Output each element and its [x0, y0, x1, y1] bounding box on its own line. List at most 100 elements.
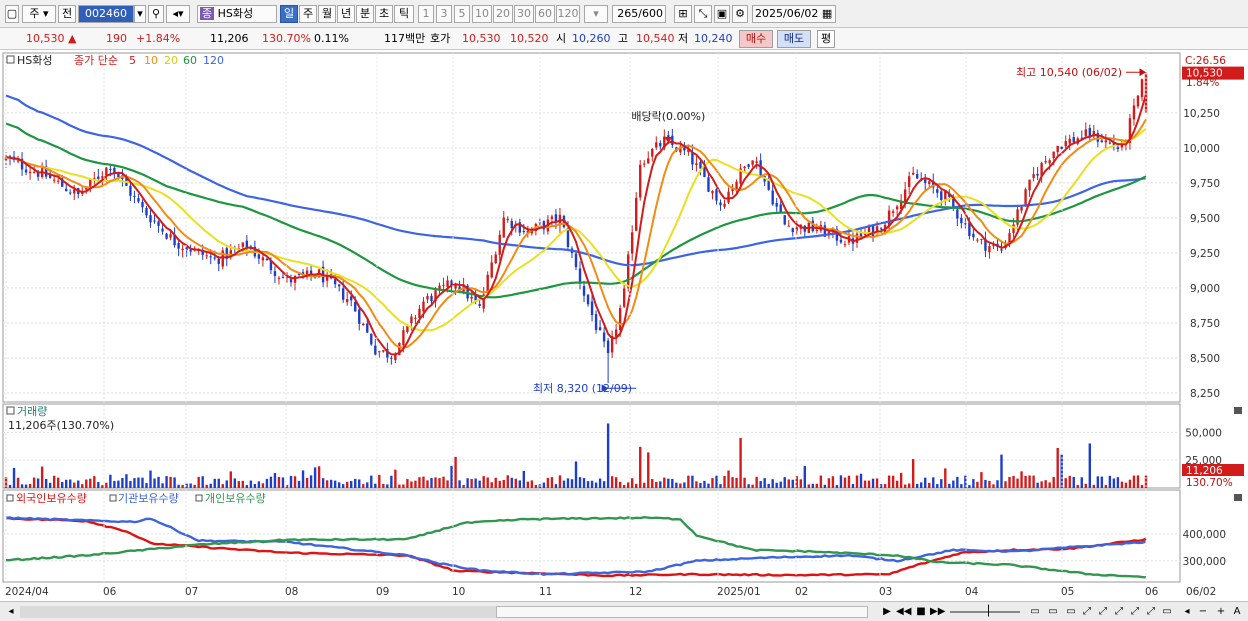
data-count-field[interactable]: 265/600	[612, 5, 666, 23]
holdings-close-icon[interactable]	[1234, 494, 1242, 501]
chevron-down-icon[interactable]: ▾	[134, 5, 146, 23]
volume-bar	[337, 482, 341, 488]
minute-30[interactable]: 30	[514, 5, 534, 23]
interval-select[interactable]: ▾	[584, 5, 608, 23]
holdings-collapse-icon[interactable]	[6, 494, 14, 502]
date-field[interactable]: 2025/06/02 ▦	[752, 5, 836, 23]
zoom-in-icon[interactable]: +	[1214, 605, 1228, 619]
text-size-icon[interactable]: A	[1230, 605, 1244, 619]
prev-button[interactable]: 전	[58, 5, 76, 23]
volume-bar	[165, 476, 168, 488]
ma10-line	[5, 118, 1147, 349]
volume-bar	[984, 479, 987, 488]
volume-bar	[189, 483, 192, 488]
volume-bar	[410, 481, 413, 488]
candle-body	[655, 142, 658, 148]
volume-collapse-icon[interactable]	[6, 406, 15, 415]
minute-10[interactable]: 10	[472, 5, 492, 23]
flat-button[interactable]: 평	[817, 30, 835, 48]
volume-value-label: 11,206주(130.70%)	[8, 419, 114, 432]
minute-60[interactable]: 60	[535, 5, 555, 23]
tool-1-icon[interactable]: ⤢	[1080, 605, 1094, 619]
candle-body	[358, 309, 361, 324]
period-month[interactable]: 월	[318, 5, 336, 23]
minute-3[interactable]: 3	[436, 5, 452, 23]
volume-bar	[815, 483, 819, 488]
candle-body	[924, 179, 927, 183]
layout-2-icon[interactable]: ▭	[1046, 605, 1060, 619]
tool-3-icon[interactable]: ⤢	[1112, 605, 1126, 619]
current-price: 10,530	[26, 32, 65, 45]
play-icon[interactable]: ▶	[880, 605, 894, 619]
grid-icon[interactable]: ⊞	[674, 5, 692, 23]
stock-code-input[interactable]: 002460	[78, 5, 134, 23]
date-tick-label: 06	[103, 586, 117, 598]
volume-bar	[438, 478, 441, 488]
volume-bar	[193, 484, 196, 488]
volume-bar	[1020, 471, 1023, 488]
stop-icon[interactable]: ■	[914, 605, 928, 619]
candle-body	[56, 180, 60, 182]
period-type-select[interactable]: 주 ▾	[22, 5, 56, 23]
buy-button[interactable]: 매수	[739, 30, 773, 48]
tool-5-icon[interactable]: ⤢	[1144, 605, 1158, 619]
rewind-icon[interactable]: ◀◀	[896, 605, 911, 619]
speaker-icon[interactable]: ◂▾	[166, 5, 190, 23]
search-icon[interactable]: ⚲	[148, 5, 164, 23]
minute-120[interactable]: 120	[556, 5, 580, 23]
volume-bar	[1040, 481, 1043, 488]
fast-forward-icon[interactable]: ▶▶	[930, 605, 945, 619]
tool-4-icon[interactable]: ⤢	[1128, 605, 1142, 619]
layout-3-icon[interactable]: ▭	[1064, 605, 1078, 619]
volume-bar	[77, 480, 80, 488]
volume-bar	[1064, 478, 1067, 488]
period-year[interactable]: 년	[337, 5, 355, 23]
volume-bar	[141, 477, 144, 488]
period-tick[interactable]: 틱	[394, 5, 414, 23]
sell-button[interactable]: 매도	[777, 30, 811, 48]
individual-holding-line	[6, 515, 1147, 579]
zoom-out-icon[interactable]: −	[1196, 605, 1210, 619]
volume-bar	[32, 477, 36, 488]
minute-20[interactable]: 20	[493, 5, 513, 23]
stock-name-field[interactable]: 종 HS화성	[197, 5, 277, 23]
volume-bar	[643, 482, 646, 488]
volume-bar	[887, 475, 891, 488]
period-minute[interactable]: 분	[356, 5, 374, 23]
window-icon[interactable]: ▢	[5, 5, 19, 23]
layout-1-icon[interactable]: ▭	[1028, 605, 1042, 619]
tool-6-icon[interactable]: ▭	[1160, 605, 1174, 619]
minute-1[interactable]: 1	[418, 5, 434, 23]
candle-body	[771, 190, 774, 205]
candle-body	[410, 316, 413, 324]
candle-body	[972, 233, 975, 238]
save-icon[interactable]: ▣	[714, 5, 730, 23]
holding-lines	[5, 515, 1147, 579]
volume-bar	[875, 478, 879, 488]
volume-bar	[739, 437, 742, 488]
gear-icon[interactable]: ⚙	[732, 5, 748, 23]
tool-2-icon[interactable]: ⤢	[1096, 605, 1110, 619]
candle-body	[747, 164, 750, 167]
zoom-slider-handle-icon[interactable]: ▕	[978, 605, 992, 619]
candle-body	[1068, 138, 1071, 144]
volume-bar	[358, 479, 361, 488]
scroll-left-icon[interactable]: ◂	[4, 605, 18, 619]
period-week[interactable]: 주	[299, 5, 317, 23]
minute-5[interactable]: 5	[454, 5, 470, 23]
candle-body	[940, 191, 943, 200]
holdings-pane-frame	[2, 489, 1181, 583]
volume-bar	[992, 484, 995, 488]
scroll-track[interactable]	[20, 606, 496, 618]
volume-bar	[767, 483, 770, 488]
volume-bar	[60, 481, 64, 488]
period-second[interactable]: 초	[375, 5, 393, 23]
volume-close-icon[interactable]	[1234, 407, 1242, 414]
candle-body	[659, 142, 662, 147]
volume-bar	[1028, 475, 1031, 488]
scroll-thumb[interactable]	[496, 606, 868, 618]
expand-icon[interactable]: ⤡	[694, 5, 712, 23]
chevron-left-icon[interactable]: ◂	[1180, 605, 1194, 619]
period-day[interactable]: 일	[280, 5, 298, 23]
pane-collapse-icon[interactable]	[6, 55, 15, 64]
